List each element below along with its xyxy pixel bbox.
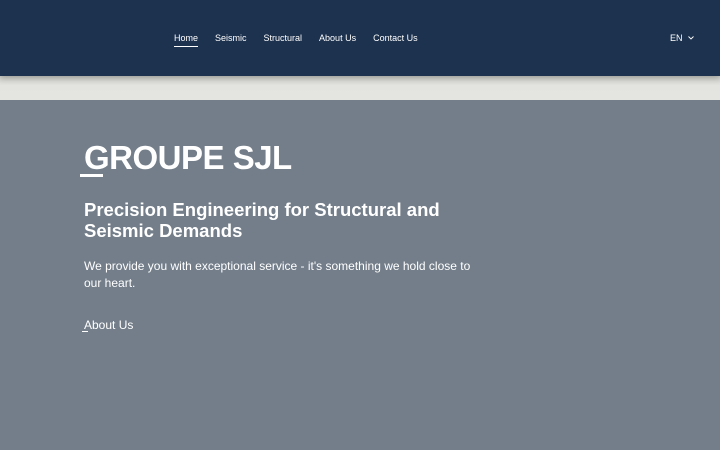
- header-divider-band: [0, 76, 720, 100]
- hero-headline: Precision Engineering for Structural and…: [84, 199, 440, 241]
- nav-home[interactable]: Home: [174, 32, 199, 47]
- hero-subtext: We provide you with exceptional service …: [84, 259, 471, 290]
- chevron-down-icon: [687, 36, 694, 40]
- nav-structural[interactable]: Structural: [264, 32, 303, 47]
- main-nav: Home Seismic Structural About Us Contact…: [174, 32, 418, 47]
- cta-underline-accent: [82, 331, 88, 332]
- nav-about-us[interactable]: About Us: [319, 32, 356, 47]
- nav-contact-us[interactable]: Contact Us: [373, 32, 418, 47]
- brand-underline-accent: [80, 174, 103, 177]
- brand-title: GROUPE SJL: [84, 139, 292, 176]
- site-header: Home Seismic Structural About Us Contact…: [0, 0, 720, 76]
- language-label: EN: [670, 33, 683, 43]
- about-us-link[interactable]: About Us: [84, 318, 133, 333]
- nav-seismic[interactable]: Seismic: [215, 32, 247, 47]
- language-selector[interactable]: EN: [670, 32, 695, 44]
